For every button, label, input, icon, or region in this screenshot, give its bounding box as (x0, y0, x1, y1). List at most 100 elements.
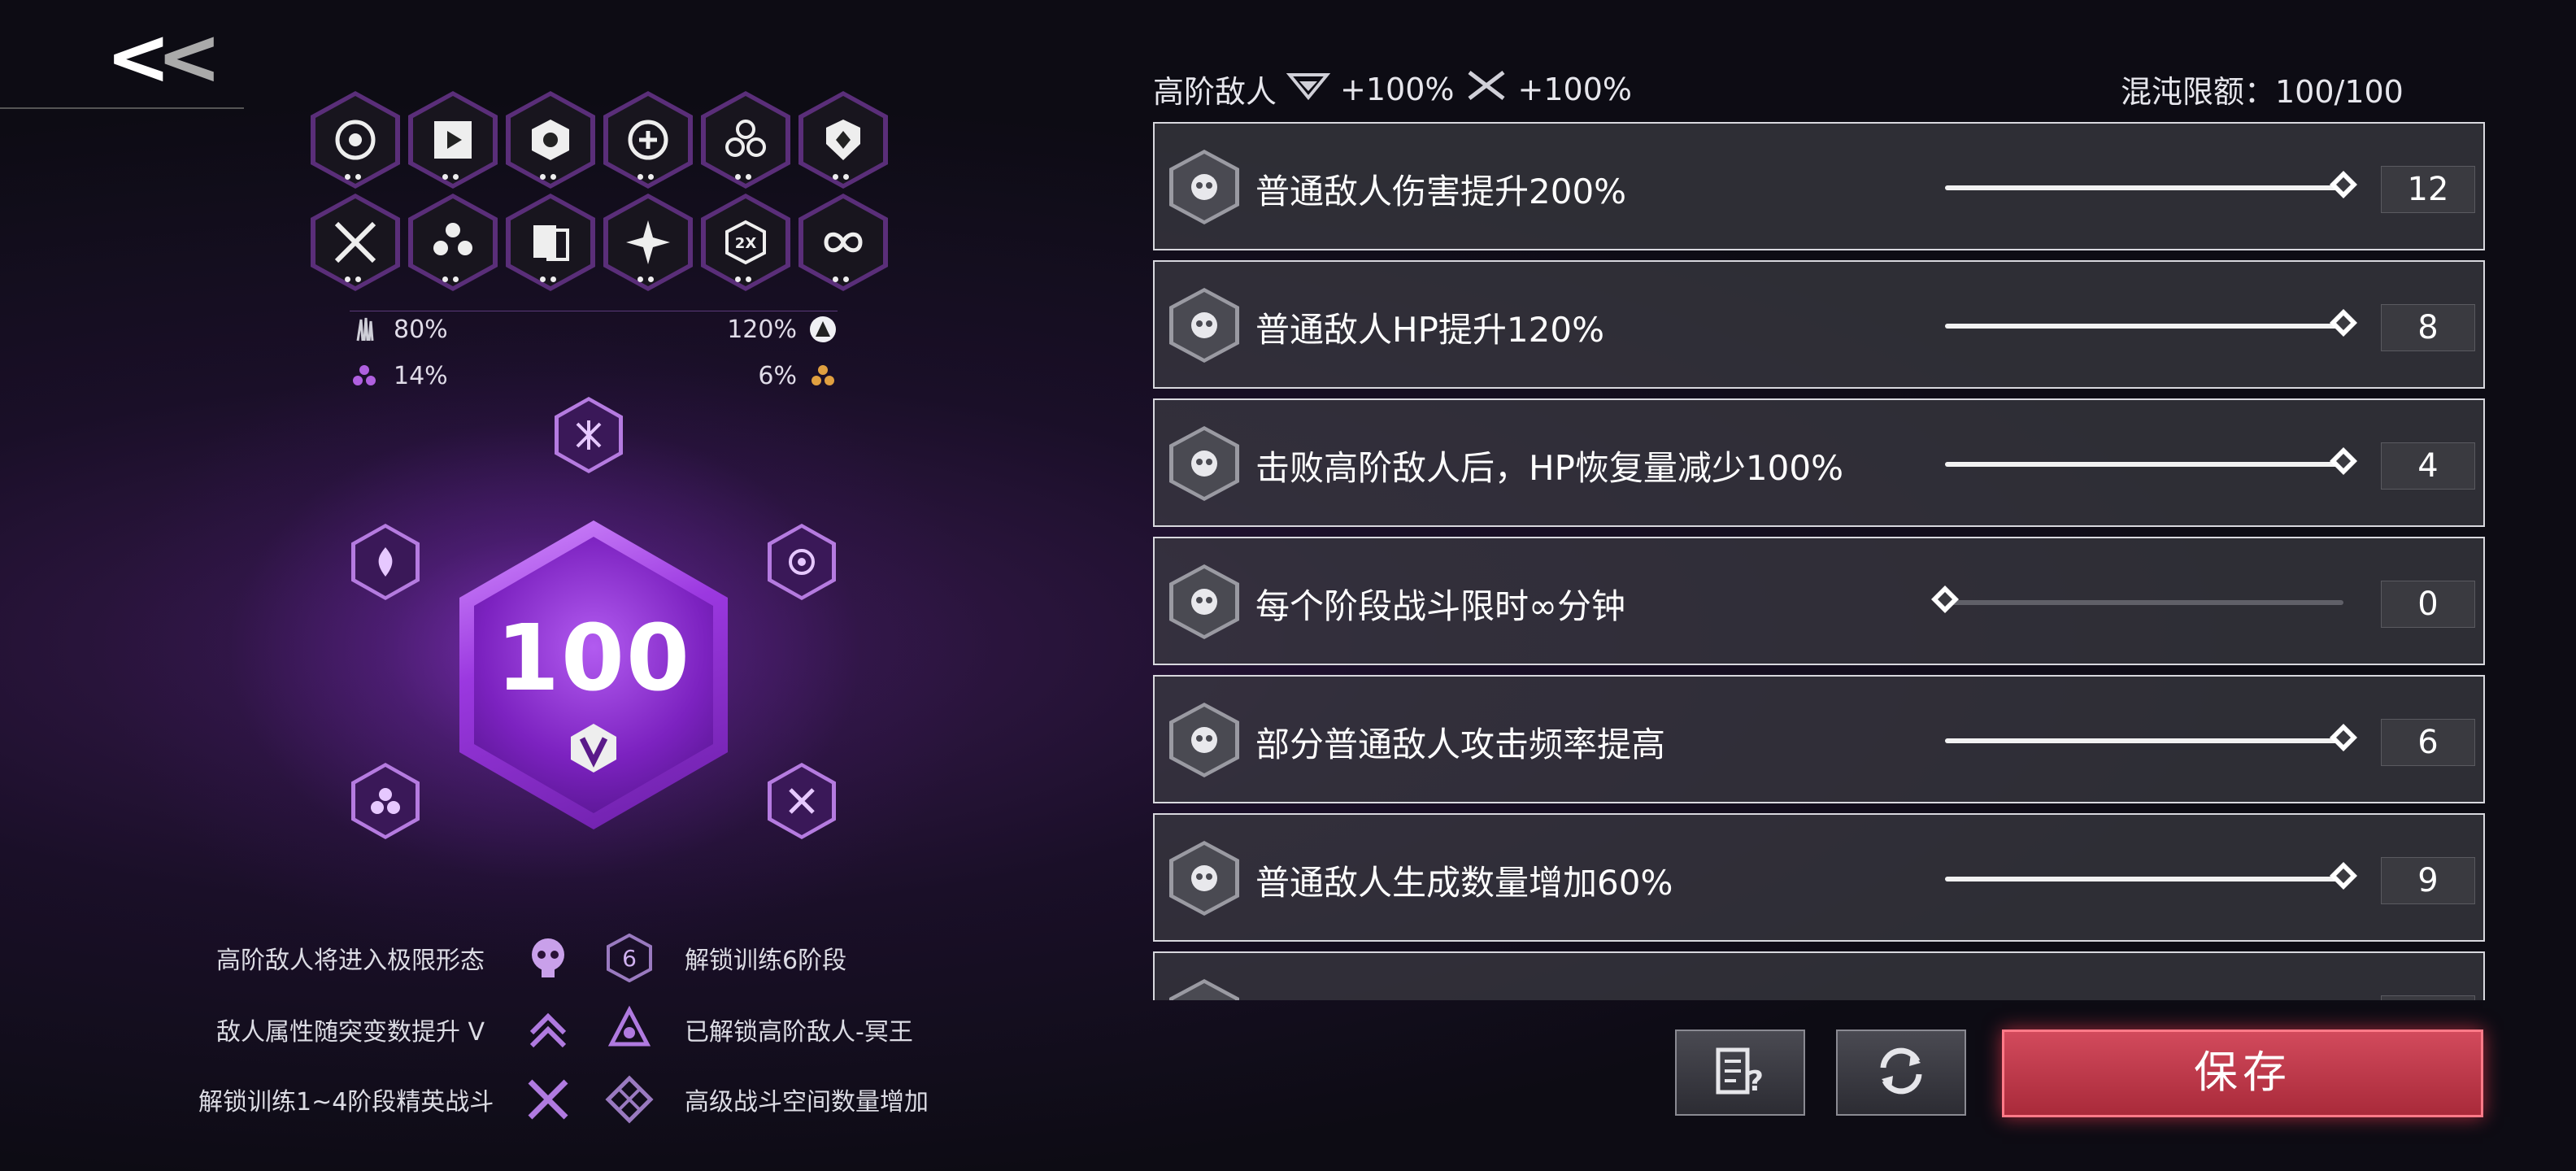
star-burst-icon (626, 220, 670, 264)
modifier-hex[interactable]: 2X (701, 194, 790, 291)
slider-knob[interactable] (2329, 999, 2358, 1000)
slider-knob[interactable] (2329, 861, 2358, 890)
modifier-hex[interactable] (506, 194, 595, 291)
cards-icon (533, 225, 569, 261)
modifier-label: 部分普通敌人攻击频率提高 (1255, 725, 1666, 764)
reward-text-6: 高级战斗空间数量增加 (685, 1088, 929, 1117)
lion-roar-icon (1169, 703, 1239, 777)
reset-button[interactable] (1836, 1030, 1966, 1116)
reward-text-1: 高阶敌人将进入极限形态 (216, 947, 485, 975)
modifier-label: 普通敌人HP提升120% (1255, 310, 1604, 350)
stat-row-bottom: 14% 6% (350, 358, 838, 394)
2x-icon: 2X (725, 220, 766, 265)
chaos-score: 100 (496, 606, 691, 712)
target-g-icon (335, 120, 376, 160)
modifier-row[interactable]: 击败高阶敌人后，HP恢复量减少100% 4 (1153, 398, 2485, 527)
chaos-limit: 混沌限额：100/100 (2121, 74, 2404, 110)
modifier-row[interactable]: 普通敌人伤害提升200% 12 (1153, 122, 2485, 250)
reward-text-5: 解锁训练1~4阶段精英战斗 (198, 1088, 494, 1117)
arrows-up-icon (522, 1003, 574, 1056)
modifier-row[interactable]: 每个阶段战斗限时∞分钟 0 (1153, 537, 2485, 665)
enemy-bonus-label: 高阶敌人 (1153, 74, 1277, 110)
modifier-slider[interactable] (1945, 447, 2357, 475)
modifier-row[interactable]: 普通敌人HP提升120% 8 (1153, 260, 2485, 389)
document-help-icon: ? (1712, 1045, 1769, 1100)
modifier-hex[interactable] (408, 194, 498, 291)
diamond-grid-icon (603, 1073, 655, 1125)
modifier-hex[interactable] (311, 91, 400, 189)
modifier-row[interactable]: 普通敌人生成数量增加60% 9 (1153, 813, 2485, 942)
slider-knob[interactable] (2329, 446, 2358, 476)
stat-top-left: 80% (394, 315, 448, 344)
svg-text:6: 6 (622, 945, 637, 972)
modifier-hex[interactable] (603, 91, 693, 189)
back-bar: << (0, 0, 244, 109)
modifier-hex[interactable] (798, 194, 888, 291)
modifier-label: 击败高阶敌人后，HP恢复量减少100% (1255, 448, 1843, 488)
hexagon-cluster-icon (433, 223, 472, 255)
modifier-list: 普通敌人伤害提升200% 12 普通敌人HP提升120% 8 击败高阶敌人后，HP恢复量… (1153, 122, 2487, 1000)
hex-6-icon: 6 (603, 932, 655, 984)
reward-text-4: 已解锁高阶敌人-冥王 (685, 1018, 913, 1047)
back-icon[interactable]: << (106, 16, 222, 98)
modifier-label: 普通敌人伤害提升200% (1255, 172, 1627, 211)
enemy-bonus-header: 高阶敌人 +100% +100% (1153, 67, 1632, 111)
modifier-value (2381, 995, 2475, 1000)
modifier-value: 0 (2381, 581, 2475, 628)
modifier-slider[interactable] (1945, 724, 2357, 751)
atk-bonus: +100% (1517, 71, 1632, 107)
slider-knob[interactable] (2329, 723, 2358, 752)
svg-text:?: ? (1747, 1065, 1764, 1097)
modifier-value: 4 (2381, 442, 2475, 490)
triple-g-icon (725, 120, 766, 157)
hidden-icon (1169, 979, 1239, 1000)
claw-icon (350, 315, 379, 344)
crossed-swords-icon (1464, 69, 1508, 109)
modifier-value: 6 (2381, 719, 2475, 766)
modifier-hex[interactable] (603, 194, 693, 291)
reward-text-2: 解锁训练6阶段 (685, 947, 847, 975)
play-hex-icon (434, 121, 472, 159)
modifier-hex[interactable] (701, 91, 790, 189)
rules-button[interactable]: ? (1675, 1030, 1805, 1116)
cycle-plus-icon (628, 120, 668, 160)
shield-hex-icon (826, 120, 860, 160)
modifier-slider[interactable] (1945, 309, 2357, 337)
stat-top-right: 120% (727, 315, 797, 344)
modifier-slider[interactable] (1945, 862, 2357, 890)
skull-icon (522, 932, 574, 984)
modifier-hex[interactable] (506, 91, 595, 189)
slider-knob[interactable] (2329, 308, 2358, 337)
stat-bottom-right: 6% (758, 361, 797, 390)
cube-icon (532, 120, 569, 160)
modifier-hex[interactable] (311, 194, 400, 291)
modifier-slider[interactable] (1931, 586, 2343, 613)
skull-shield-icon (1169, 150, 1239, 224)
hourglass-icon (1169, 564, 1239, 639)
modifier-hex[interactable] (798, 91, 888, 189)
radiation-icon (808, 361, 838, 390)
crossed-swords-icon (334, 221, 376, 263)
hp-bonus: +100% (1340, 71, 1455, 107)
lion-icon (1169, 288, 1239, 363)
modifier-label: 普通敌人生成数量增加60% (1255, 863, 1673, 903)
skull-plus-icon (1169, 841, 1239, 916)
triangle-a-icon (808, 315, 838, 344)
modifier-label: 每个阶段战斗限时∞分钟 (1255, 586, 1625, 626)
heart-down-icon (1169, 426, 1239, 501)
demon-icon (603, 1003, 655, 1056)
slider-knob[interactable] (2329, 170, 2358, 199)
modifier-slider[interactable] (1945, 171, 2357, 198)
modifier-row[interactable]: 部分普通敌人攻击频率提高 6 (1153, 675, 2485, 803)
biohazard-icon (350, 361, 379, 390)
refresh-icon (1872, 1042, 1930, 1104)
modifier-value: 9 (2381, 857, 2475, 904)
stat-row-top: 80% 120% (350, 311, 838, 347)
modifier-value: 12 (2381, 166, 2475, 213)
modifier-hex[interactable] (408, 91, 498, 189)
modifier-row[interactable] (1153, 951, 2485, 1000)
slider-knob[interactable] (1930, 585, 1960, 614)
save-button[interactable]: 保存 (2002, 1030, 2483, 1117)
swords-badge-icon (522, 1073, 574, 1125)
stat-bottom-left: 14% (394, 361, 448, 390)
